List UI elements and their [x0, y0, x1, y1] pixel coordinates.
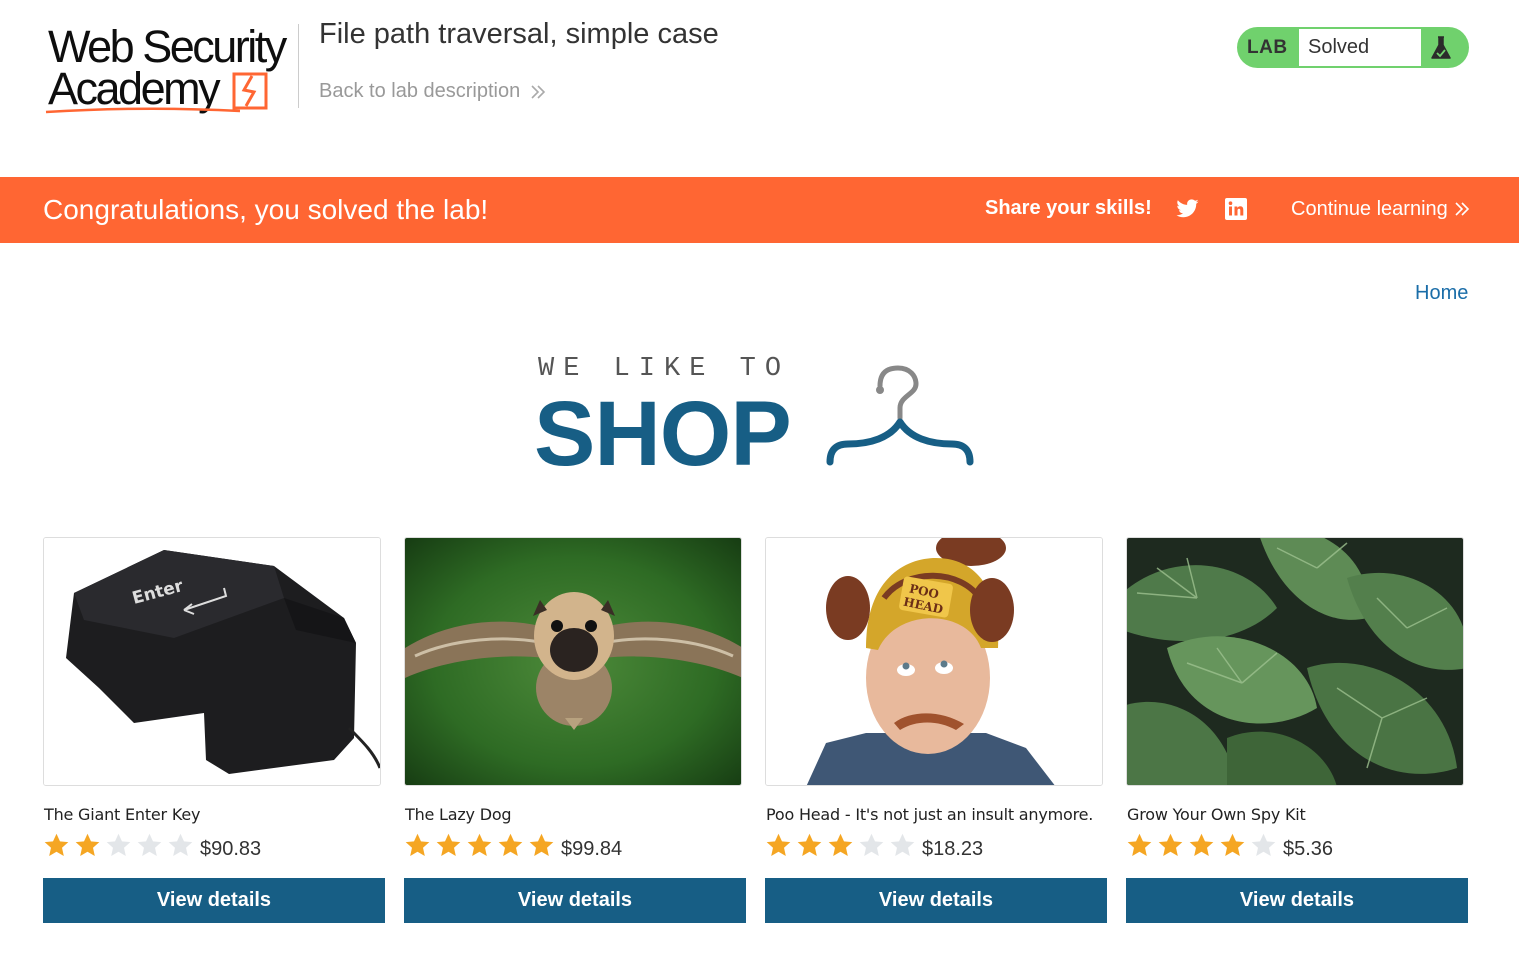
solved-banner: Congratulations, you solved the lab! Sha…	[0, 177, 1519, 243]
star-filled-icon	[766, 833, 791, 856]
product-rating	[765, 831, 916, 859]
star-filled-icon	[1220, 833, 1245, 856]
product-rating	[404, 831, 555, 859]
header-divider	[298, 24, 299, 108]
lab-status-text: Solved	[1299, 29, 1421, 66]
product-name: Grow Your Own Spy Kit	[1127, 805, 1306, 824]
lab-header: Web Security Academy File path traversal…	[0, 0, 1519, 177]
view-details-button[interactable]: View details	[43, 878, 385, 923]
product-rating	[1126, 831, 1277, 859]
giant-enter-key-image: Enter	[43, 537, 381, 786]
star-empty-icon	[137, 833, 162, 856]
star-filled-icon	[828, 833, 853, 856]
share-skills-label: Share your skills!	[985, 197, 1152, 219]
continue-learning-label: Continue learning	[1291, 198, 1448, 220]
star-filled-icon	[1158, 833, 1183, 856]
star-empty-icon	[890, 833, 915, 856]
double-chevron-right-icon	[1455, 202, 1469, 216]
leaves-image	[1126, 537, 1464, 786]
shop-word: SHOP	[534, 383, 792, 485]
star-filled-icon	[1127, 833, 1152, 856]
product-rating	[43, 831, 194, 859]
product-name: Poo Head - It's not just an insult anymo…	[766, 805, 1094, 824]
view-details-button[interactable]: View details	[404, 878, 746, 923]
flying-pug-illustration	[405, 538, 741, 785]
twitter-icon[interactable]	[1175, 197, 1200, 221]
poo-head-hat-image: POO HEAD	[765, 537, 1103, 786]
star-empty-icon	[106, 833, 131, 856]
star-filled-icon	[529, 833, 554, 856]
leaves-illustration	[1127, 538, 1463, 785]
congratulations-message: Congratulations, you solved the lab!	[43, 194, 489, 225]
hanger-icon	[826, 365, 974, 466]
poo-head-illustration: POO HEAD	[766, 538, 1102, 785]
product-card: The Lazy Dog $99.84 View details	[404, 537, 746, 923]
product-card: POO HEAD Poo Head - It's not just an ins…	[765, 537, 1107, 923]
product-price: $18.23	[922, 838, 984, 860]
lab-status-prefix: LAB	[1247, 37, 1288, 58]
flask-icon	[1431, 36, 1451, 59]
product-name: The Giant Enter Key	[44, 805, 201, 824]
back-link-label: Back to lab description	[319, 80, 521, 102]
continue-learning-link[interactable]: Continue learning	[1291, 177, 1470, 241]
view-details-button[interactable]: View details	[1126, 878, 1468, 923]
product-card: Enter The Giant Enter Key $90.83 View de…	[43, 537, 385, 923]
star-filled-icon	[405, 833, 430, 856]
star-empty-icon	[168, 833, 193, 856]
star-filled-icon	[436, 833, 461, 856]
giant-enter-key-illustration: Enter	[44, 538, 380, 785]
home-link[interactable]: Home	[1415, 282, 1468, 305]
shop-tagline: WE LIKE TO	[538, 354, 791, 384]
view-details-button[interactable]: View details	[765, 878, 1107, 923]
star-empty-icon	[1251, 833, 1276, 856]
star-filled-icon	[75, 833, 100, 856]
web-security-academy-logo[interactable]: Web Security Academy	[44, 24, 296, 116]
product-card: Grow Your Own Spy Kit $5.36 View details	[1126, 537, 1468, 923]
star-filled-icon	[44, 833, 69, 856]
back-to-lab-description-link[interactable]: Back to lab description	[319, 80, 546, 103]
product-price: $90.83	[200, 838, 262, 860]
product-name: The Lazy Dog	[405, 805, 512, 824]
linkedin-icon[interactable]	[1224, 197, 1248, 221]
star-filled-icon	[797, 833, 822, 856]
double-chevron-right-icon	[531, 84, 546, 99]
lab-title: File path traversal, simple case	[319, 18, 719, 50]
shop-logo: WE LIKE TO SHOP	[530, 350, 980, 484]
flying-pug-image	[404, 537, 742, 786]
logo-underline-icon	[45, 107, 241, 114]
product-price: $99.84	[561, 838, 623, 860]
star-empty-icon	[859, 833, 884, 856]
star-filled-icon	[467, 833, 492, 856]
star-filled-icon	[498, 833, 523, 856]
star-filled-icon	[1189, 833, 1214, 856]
product-price: $5.36	[1283, 838, 1334, 860]
lab-status-widget: LAB Solved	[1237, 27, 1469, 68]
